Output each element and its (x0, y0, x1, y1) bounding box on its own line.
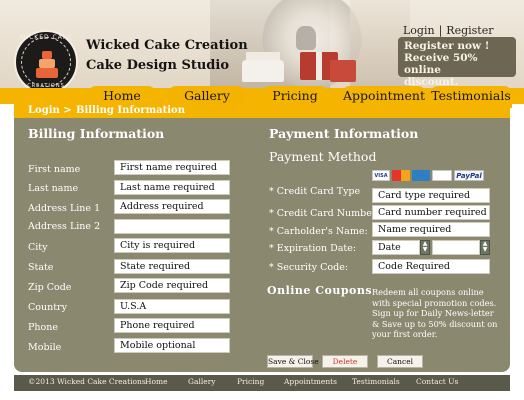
security-code-field[interactable]: Code Required (372, 259, 490, 274)
card-number-label: * Credit Card Number (269, 208, 377, 219)
address-line1-field[interactable]: Address required (114, 199, 230, 214)
footer-link-pricing[interactable]: Pricing (237, 377, 264, 386)
cancel-button[interactable]: Cancel (377, 355, 423, 368)
logo-text: WICKED CAKE (19, 34, 73, 41)
zip-code-label: Zip Code (28, 282, 72, 293)
coupons-title: Online Coupons (267, 284, 373, 297)
visa-icon[interactable]: VISA (372, 169, 390, 181)
month-stepper-icon[interactable]: ▲ ▼ (420, 240, 430, 255)
expiration-year-field[interactable] (432, 240, 480, 255)
address-line1-label: Address Line 1 (28, 203, 101, 214)
expiration-date-value: Date (378, 242, 401, 253)
breadcrumb-current: Billing Information (76, 105, 185, 116)
card-type-field[interactable]: Card type required (372, 188, 490, 203)
state-field[interactable]: State required (114, 259, 230, 274)
card-type-label: * Credit Card Type (269, 186, 361, 197)
promo-banner[interactable]: Register now ! Receive 50% online discou… (398, 37, 516, 88)
year-stepper-icon[interactable]: ▲ ▼ (480, 240, 490, 255)
card-icons: VISA PayPal (372, 167, 490, 183)
mobile-label: Mobile (28, 342, 62, 353)
payment-heading: Payment Information (269, 126, 419, 141)
security-code-label: * Security Code: (269, 262, 349, 273)
cardholder-name-label: * Carholder's Name: (269, 226, 368, 237)
card-number-field[interactable]: Card number required (372, 205, 490, 220)
city-field[interactable]: City is required (114, 238, 230, 253)
country-field[interactable]: U.S.A (114, 299, 230, 314)
footer-link-gallery[interactable]: Gallery (188, 377, 216, 386)
footer-copyright: ©2013 Wicked Cake Creations (28, 377, 146, 386)
expiration-date-label: * Expiration Date: (269, 243, 357, 254)
footer-link-testimonials[interactable]: Testimonials (352, 377, 400, 386)
register-link[interactable]: Register (446, 24, 493, 37)
country-label: Country (28, 302, 67, 313)
billing-heading: Billing Information (28, 126, 165, 141)
payment-method-label: Payment Method (269, 149, 377, 164)
amex-icon[interactable] (412, 169, 430, 181)
save-close-button[interactable]: Save & Close (267, 355, 319, 368)
brand-title: Wicked Cake Creation (86, 38, 248, 53)
address-line2-label: Address Line 2 (28, 221, 101, 232)
auth-separator: | (438, 24, 443, 37)
discover-icon[interactable] (432, 169, 452, 181)
last-name-field[interactable]: Last name required (114, 180, 230, 195)
first-name-field[interactable]: First name required (114, 160, 230, 175)
last-name-label: Last name (28, 183, 79, 194)
coupons-description: Redeem all coupons online with special p… (372, 287, 498, 339)
expiration-month-field[interactable]: Date (372, 240, 420, 255)
brand-subtitle: Cake Design Studio (86, 58, 229, 73)
first-name-label: First name (28, 164, 81, 175)
state-label: State (28, 262, 54, 273)
cardholder-name-field[interactable]: Name required (372, 222, 490, 237)
mobile-field[interactable]: Mobile optional (114, 338, 230, 353)
footer-link-home[interactable]: Home (145, 377, 168, 386)
mastercard-icon[interactable] (392, 169, 410, 181)
paypal-icon[interactable]: PayPal (454, 169, 484, 181)
city-label: City (28, 242, 48, 253)
brand-logo[interactable]: WICKED CAKE CREATIONS (14, 30, 78, 94)
address-line2-field[interactable] (114, 219, 230, 234)
promo-line: Receive 50% online (404, 52, 478, 76)
gift-box-image (330, 60, 356, 82)
reindeer-figure-image (296, 26, 316, 50)
promo-line: Register now ! (404, 40, 490, 52)
footer-link-appointments[interactable]: Appointments (284, 377, 337, 386)
cake-image (242, 60, 284, 82)
login-link[interactable]: Login (403, 24, 435, 37)
breadcrumb-login[interactable]: Login > (28, 104, 72, 118)
footer-link-contact[interactable]: Contact Us (416, 377, 458, 386)
auth-links: Login | Register (403, 24, 493, 37)
phone-label: Phone (28, 322, 58, 333)
zip-code-field[interactable]: Zip Code required (114, 278, 230, 293)
phone-field[interactable]: Phone required (114, 318, 230, 333)
delete-button[interactable]: Delete (322, 355, 368, 368)
cake-icon (36, 46, 58, 78)
